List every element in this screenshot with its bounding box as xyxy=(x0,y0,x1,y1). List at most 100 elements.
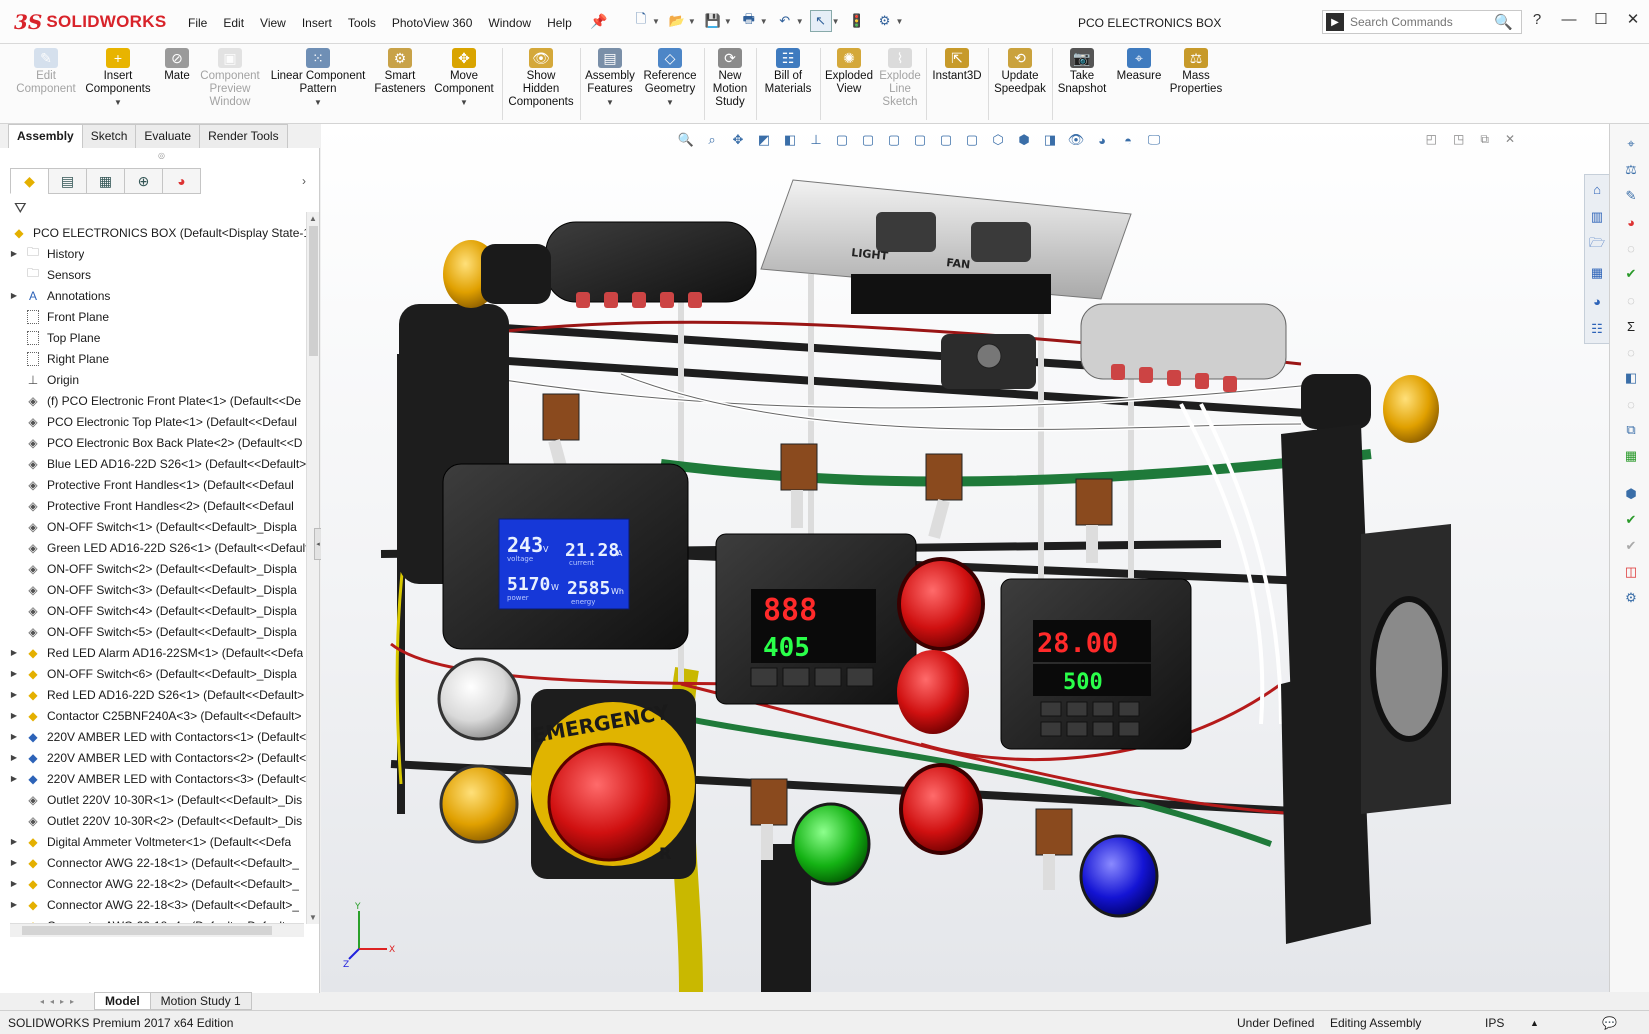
tree-item[interactable]: ◈ ON-OFF Switch<5> (Default<<Default>_Dis… xyxy=(8,621,306,642)
smart-fasteners-button[interactable]: ⚙ Smart Fasteners xyxy=(372,48,428,96)
expand-arrow-icon[interactable]: ▶ xyxy=(8,669,20,678)
error-tool-icon[interactable]: ◫ xyxy=(1621,562,1641,582)
mass-properties-button[interactable]: ⚖ Mass Properties xyxy=(1166,48,1226,96)
copy-tool-icon[interactable]: ⧉ xyxy=(1621,420,1641,440)
configurationmanager-icon[interactable]: ▦ xyxy=(86,168,125,194)
tree-item[interactable]: ▶ ◆ 220V AMBER LED with Contactors<2> (Def… xyxy=(8,747,306,768)
mate-button[interactable]: ⊘ Mate xyxy=(158,48,196,83)
insert-components-button[interactable]: + Insert Components ▼ xyxy=(82,48,154,109)
menu-insert[interactable]: Insert xyxy=(294,13,340,33)
tree-item[interactable]: Front Plane xyxy=(8,306,306,327)
pin-menu-icon[interactable]: 📌 xyxy=(590,13,607,30)
tree-item[interactable]: ▶ 🗀 History xyxy=(8,243,306,264)
component-preview-button[interactable]: ▣ Component Preview Window xyxy=(198,48,262,109)
tree-item[interactable]: ◈ ON-OFF Switch<4> (Default<<Default>_Dis… xyxy=(8,600,306,621)
save-icon[interactable]: 💾 xyxy=(702,10,724,32)
tree-item[interactable]: ◈ ON-OFF Switch<1> (Default<<Default>_Dis… xyxy=(8,516,306,537)
design-library-icon[interactable]: ▥ xyxy=(1585,203,1609,231)
undo-icon[interactable]: ↶ xyxy=(774,10,796,32)
displaymanager-icon[interactable]: ◕ xyxy=(162,168,201,194)
units-status[interactable]: IPS xyxy=(1485,1016,1504,1030)
appearance-tool-icon[interactable]: ◕ xyxy=(1621,212,1641,232)
menu-edit[interactable]: Edit xyxy=(215,13,252,33)
print-icon[interactable]: 🖶 xyxy=(738,10,760,32)
bill-of-materials-button[interactable]: ☷ Bill of Materials xyxy=(760,48,816,96)
tree-item[interactable]: ▶ A Annotations xyxy=(8,285,306,306)
expand-arrow-icon[interactable]: ▶ xyxy=(8,753,20,762)
expand-arrow-icon[interactable]: ▶ xyxy=(8,900,20,909)
interference-tool-icon[interactable]: ◧ xyxy=(1621,368,1641,388)
tree-item[interactable]: ▶ ◆ ON-OFF Switch<6> (Default<<Default>_Di… xyxy=(8,663,306,684)
print-dropdown-icon[interactable]: ▼ xyxy=(760,17,768,26)
explode-line-sketch-button[interactable]: ⌇ Explode Line Sketch xyxy=(876,48,924,109)
sum-tool-icon[interactable]: Σ xyxy=(1621,316,1641,336)
tree-item[interactable]: ◈ Outlet 220V 10-30R<2> (Default<<Default… xyxy=(8,810,306,831)
solidworks-resources-icon[interactable]: ⌂ xyxy=(1585,175,1609,203)
tree-item[interactable]: ▶ ◆ Digital Ammeter Voltmeter<1> (Default<… xyxy=(8,831,306,852)
expand-arrow-icon[interactable]: ▶ xyxy=(8,858,20,867)
options-gear-icon[interactable]: ⚙ xyxy=(874,10,896,32)
disabled-tool-2-icon[interactable]: ◌ xyxy=(1621,290,1641,310)
tree-item[interactable]: ▶ ◆ Red LED Alarm AD16-22SM<1> (Default<<D… xyxy=(8,642,306,663)
tree-scroll-thumb[interactable] xyxy=(309,226,318,356)
expand-arrow-icon[interactable]: ▶ xyxy=(8,774,20,783)
insert-components-dropdown-icon[interactable]: ▼ xyxy=(82,96,154,109)
rebuild-traffic-light-icon[interactable]: 🚦 xyxy=(846,10,868,32)
tree-item[interactable]: ▶ ◆ Connector AWG 22-18<3> (Default<<Defau… xyxy=(8,894,306,915)
filter-icon[interactable]: ⛛ xyxy=(14,200,27,217)
update-speedpak-button[interactable]: ⟲ Update Speedpak xyxy=(990,48,1050,96)
disabled-tool-4-icon[interactable]: ◌ xyxy=(1621,394,1641,414)
menu-file[interactable]: File xyxy=(180,13,215,33)
accept-tool-icon[interactable]: ✔ xyxy=(1621,510,1641,530)
tree-item[interactable]: ◈ ON-OFF Switch<3> (Default<<Default>_Dis… xyxy=(8,579,306,600)
select-dropdown-icon[interactable]: ▼ xyxy=(832,17,840,26)
expand-arrow-icon[interactable]: ▶ xyxy=(8,249,20,258)
undo-dropdown-icon[interactable]: ▼ xyxy=(796,17,804,26)
tree-item[interactable]: 🗀 Sensors xyxy=(8,264,306,285)
menu-help[interactable]: Help xyxy=(539,13,580,33)
tree-item[interactable]: ◈ Outlet 220V 10-30R<1> (Default<<Default… xyxy=(8,789,306,810)
tab-navigation-arrows[interactable]: ◂ ◂ ▸ ▸ xyxy=(10,994,94,1008)
select-arrow-icon[interactable]: ↖ xyxy=(809,10,832,32)
menu-view[interactable]: View xyxy=(252,13,294,33)
tree-horizontal-scrollbar[interactable] xyxy=(10,923,304,937)
propertymanager-icon[interactable]: ▤ xyxy=(48,168,87,194)
tree-item[interactable]: Top Plane xyxy=(8,327,306,348)
expand-arrow-icon[interactable]: ▶ xyxy=(8,732,20,741)
search-mode-icon[interactable]: ▶ xyxy=(1326,13,1344,31)
tree-root[interactable]: ◆ PCO ELECTRONICS BOX (Default<Display S… xyxy=(8,222,306,243)
open-folder-icon[interactable]: 📂 xyxy=(666,10,688,32)
units-up-arrow-icon[interactable]: ▲ xyxy=(1530,1018,1539,1028)
menu-window[interactable]: Window xyxy=(480,13,539,33)
tab-assembly[interactable]: Assembly xyxy=(8,124,83,148)
tree-item[interactable]: ◈ Protective Front Handles<2> (Default<<D… xyxy=(8,495,306,516)
sketch-tool-icon[interactable]: ✎ xyxy=(1621,186,1641,206)
tab-sketch[interactable]: Sketch xyxy=(81,124,137,148)
tab-motion-study-1[interactable]: Motion Study 1 xyxy=(149,992,252,1010)
measure-tool-icon[interactable]: ⌖ xyxy=(1621,134,1641,154)
file-explorer-icon[interactable]: 🗁 xyxy=(1585,231,1609,259)
view-palette-icon[interactable]: ▦ xyxy=(1585,259,1609,287)
expand-arrow-icon[interactable]: ▶ xyxy=(8,690,20,699)
search-input[interactable] xyxy=(1350,15,1490,29)
instant3d-button[interactable]: ⇱ Instant3D xyxy=(928,48,986,83)
save-dropdown-icon[interactable]: ▼ xyxy=(724,17,732,26)
tab-render-tools[interactable]: Render Tools xyxy=(199,124,288,148)
custom-properties-icon[interactable]: ☷ xyxy=(1585,315,1609,343)
disabled-tool-icon[interactable]: ◌ xyxy=(1621,238,1641,258)
show-hidden-button[interactable]: 👁 Show Hidden Components xyxy=(506,48,576,109)
tree-vertical-scrollbar[interactable]: ▲ ▼ xyxy=(306,212,319,924)
tree-item[interactable]: ▶ ◆ 220V AMBER LED with Contactors<1> (Def… xyxy=(8,726,306,747)
dimxpertmanager-icon[interactable]: ⊕ xyxy=(124,168,163,194)
linear-pattern-dropdown-icon[interactable]: ▼ xyxy=(266,96,370,109)
graphics-area[interactable]: 🔍 ⌕ ✥ ◩ ◧ ⊥ ▢ ▢ ▢ ▢ ▢ ▢ ⬡ ⬢ ◨ 👁 ◕ ◓ 🖵 ◰ … xyxy=(321,124,1609,992)
assembly-features-dropdown-icon[interactable]: ▼ xyxy=(584,96,636,109)
check-tool-icon[interactable]: ✔ xyxy=(1621,264,1641,284)
tree-hscroll-thumb[interactable] xyxy=(22,926,272,935)
search-commands[interactable]: ▶ 🔍 xyxy=(1322,10,1522,34)
tree-item[interactable]: Right Plane xyxy=(8,348,306,369)
linear-pattern-button[interactable]: ⁙ Linear Component Pattern ▼ xyxy=(266,48,370,109)
solidworks-logo[interactable]: 3S SOLIDWORKS xyxy=(14,8,166,36)
tree-item[interactable]: ◈ Green LED AD16-22D S26<1> (Default<<Def… xyxy=(8,537,306,558)
new-dropdown-icon[interactable]: ▼ xyxy=(652,17,660,26)
